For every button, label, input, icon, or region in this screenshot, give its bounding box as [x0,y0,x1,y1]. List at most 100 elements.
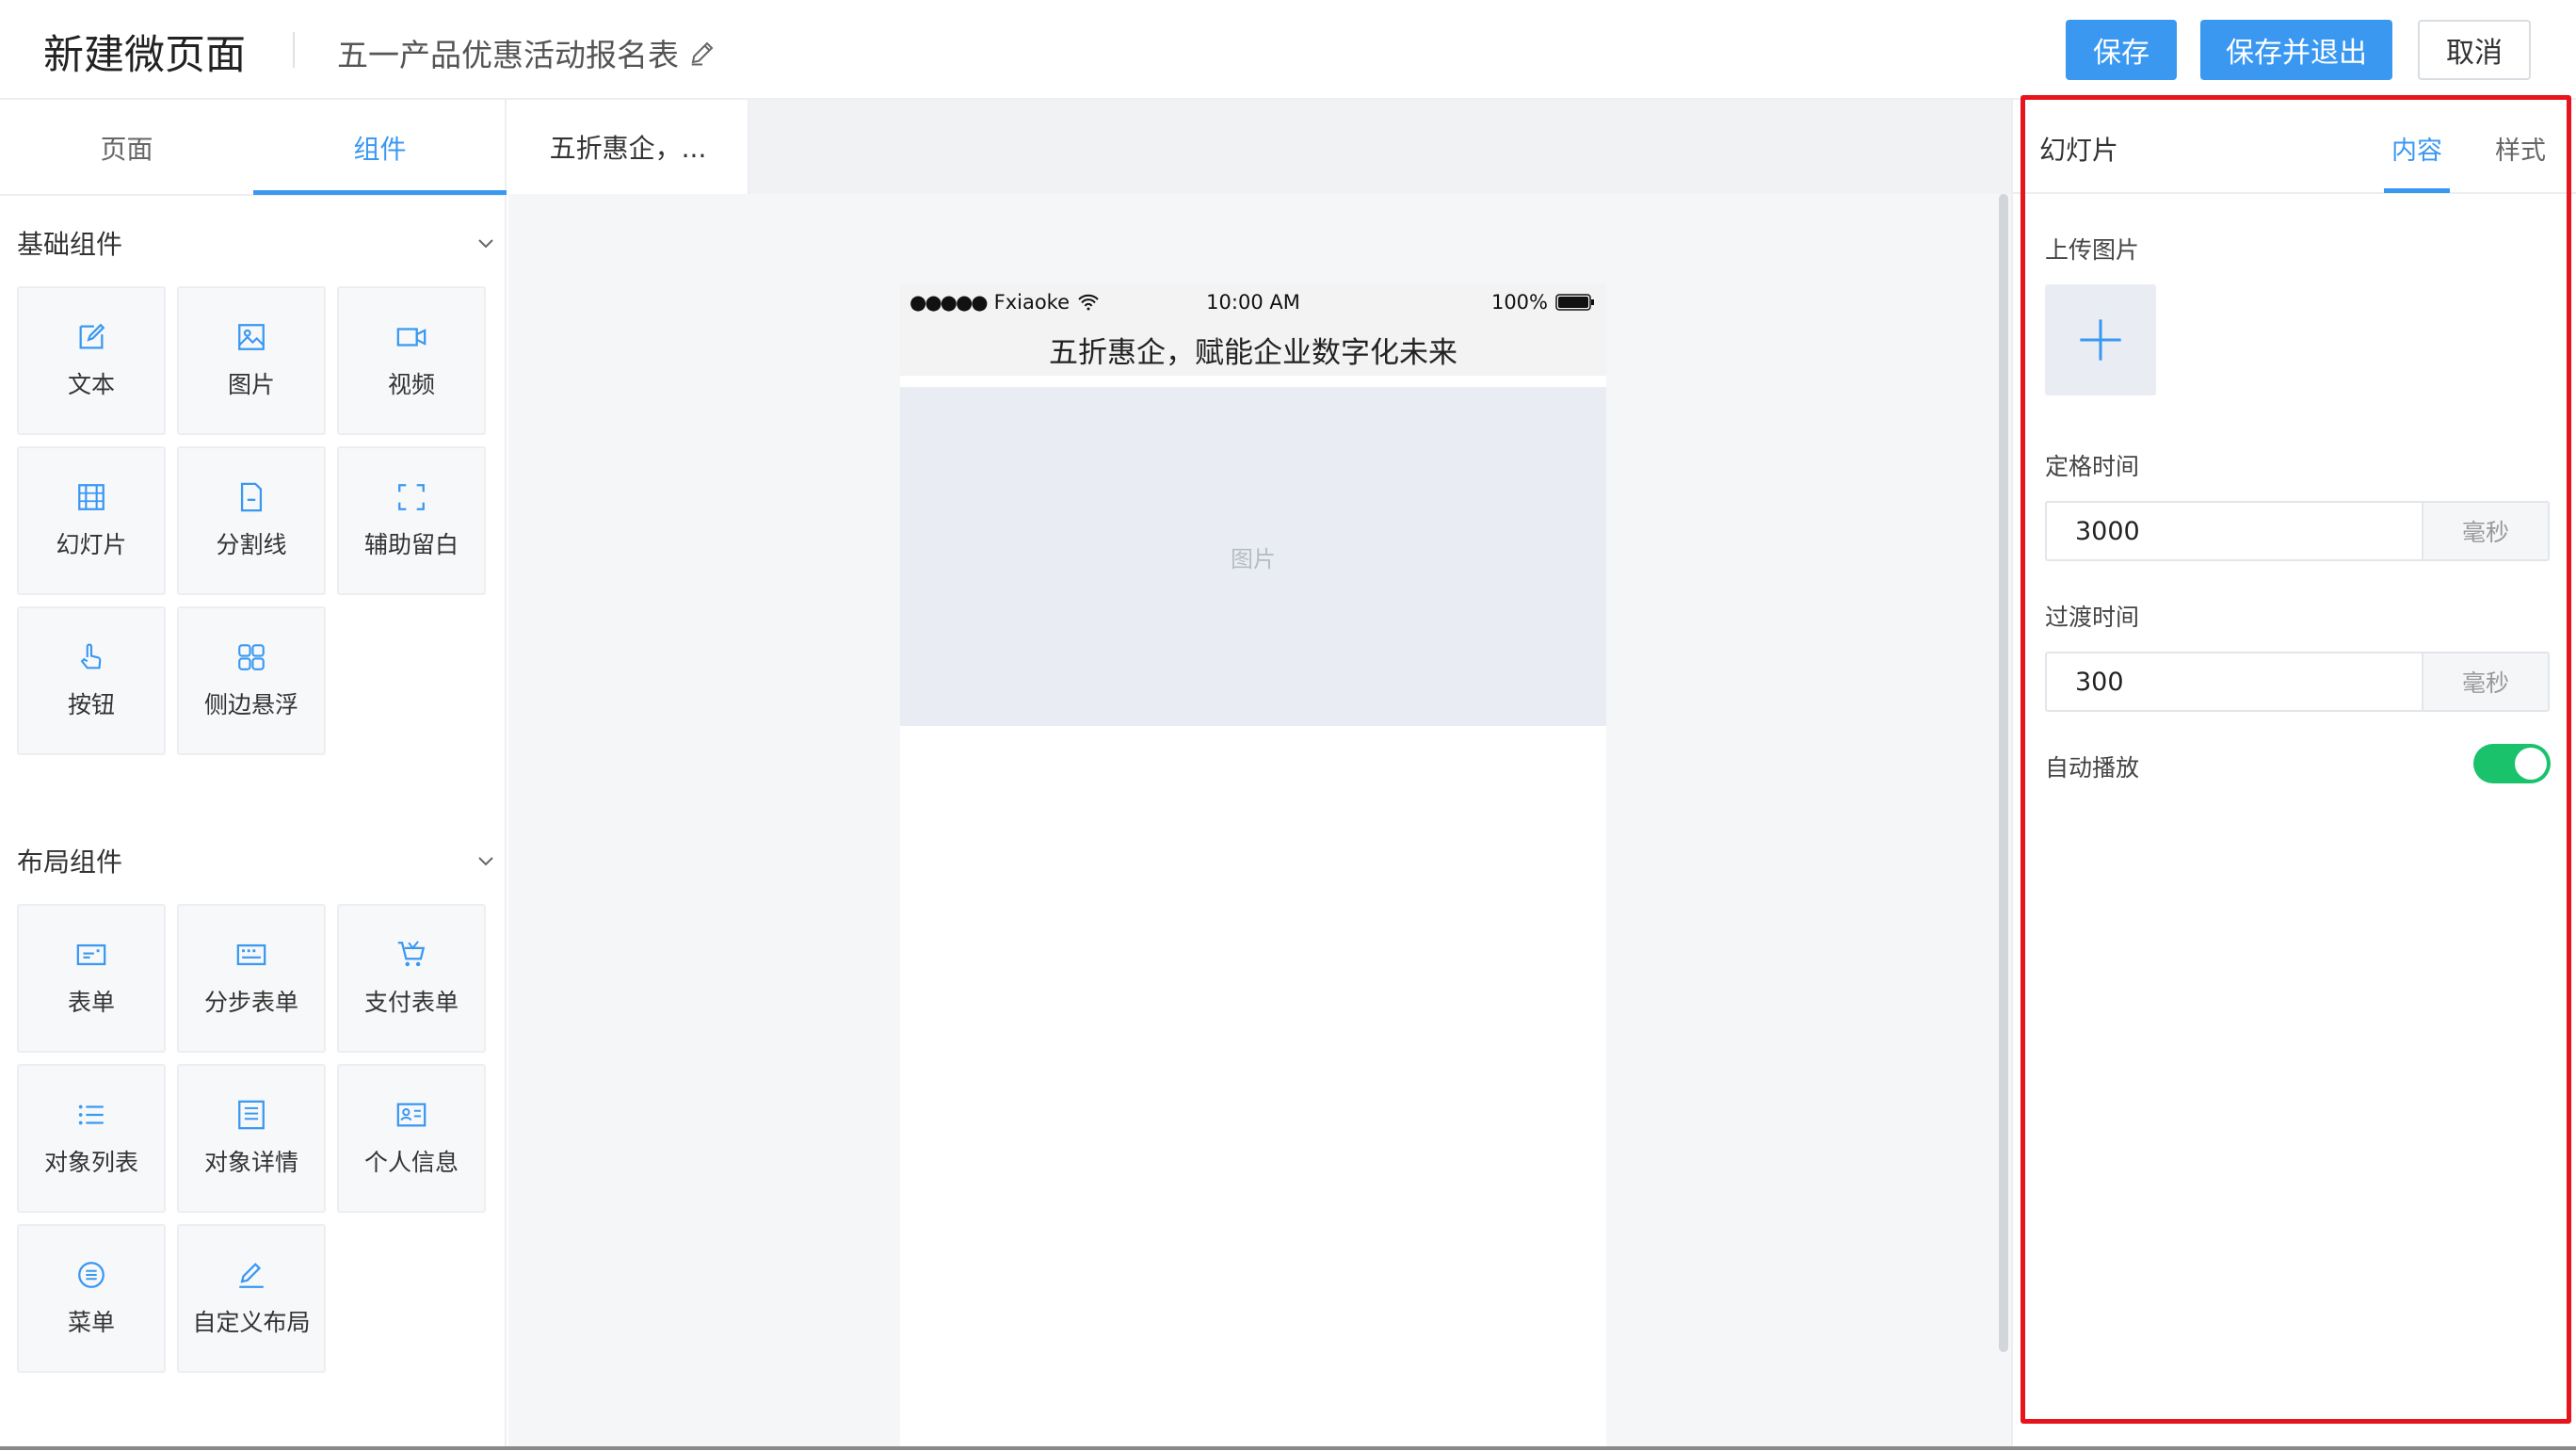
active-tab-indicator [2384,188,2450,193]
component-label: 自定义布局 [192,1309,311,1336]
component-custom-layout[interactable]: 自定义布局 [177,1224,326,1373]
form-name-editor[interactable]: 五一产品优惠活动报名表 [337,30,716,75]
layout-section-title: 布局组件 [17,846,123,878]
basic-section-header[interactable]: 基础组件 [17,224,497,262]
chevron-down-icon[interactable] [475,849,497,872]
transition-time-input[interactable]: 300 毫秒 [2045,652,2550,712]
form-name: 五一产品优惠活动报名表 [337,37,679,73]
save-button[interactable]: 保存 [2066,20,2177,80]
component-video[interactable]: 视频 [337,286,486,435]
basic-components-grid: 文本 图片 视频 幻灯片 分割线 辅助留白 按钮 侧边悬浮 [17,286,486,755]
cancel-button[interactable]: 取消 [2418,20,2531,80]
top-header: 新建微页面 五一产品优惠活动报名表 保存 保存并退出 取消 [0,0,2576,100]
component-label: 对象列表 [43,1149,138,1176]
status-right: 100% [1491,291,1595,314]
tab-content[interactable]: 内容 [2391,130,2442,167]
layout-section-header[interactable]: 布局组件 [17,842,497,879]
save-and-exit-button[interactable]: 保存并退出 [2200,20,2392,80]
tab-components[interactable]: 组件 [253,100,507,196]
video-icon [396,328,427,347]
tap-icon [80,643,102,669]
cart-icon [397,941,426,967]
component-panel: 页面 组件 基础组件 文本 图片 视频 幻灯片 分割线 辅助留白 按钮 侧边悬浮… [0,100,507,1450]
grid-icon [238,644,265,670]
component-text[interactable]: 文本 [17,286,166,435]
component-divider[interactable]: 分割线 [177,446,326,595]
hold-time-value[interactable]: 3000 [2047,503,2422,559]
phone-preview: ●●●●● Fxiaoke 10:00 AM 100% 五折惠企，赋能企业数字化… [900,283,1606,1451]
transition-time-value[interactable]: 300 [2047,653,2422,710]
tab-page[interactable]: 页面 [0,100,253,196]
properties-header: 幻灯片 内容 样式 [2013,100,2576,194]
component-object-detail[interactable]: 对象详情 [177,1064,326,1213]
component-label: 文本 [67,371,115,398]
autoplay-toggle[interactable] [2473,744,2551,783]
phone-page-title: 五折惠企，赋能企业数字化未来 [900,323,1606,376]
hold-time-label: 定格时间 [2045,453,2140,480]
autoplay-label: 自动播放 [2045,754,2140,782]
edit-icon [79,323,105,349]
component-label: 分割线 [216,531,287,558]
detail-icon [238,1100,265,1130]
component-label: 分步表单 [203,989,298,1016]
preview-canvas: 五折惠企，... ●●●●● Fxiaoke 10:00 AM 100% 五折惠… [508,100,2011,1451]
page-tab-bar [749,100,2011,194]
component-label: 幻灯片 [56,531,127,558]
step-form-icon [236,943,266,966]
component-whitespace[interactable]: 辅助留白 [337,446,486,595]
component-label: 侧边悬浮 [203,691,298,718]
component-label: 按钮 [67,691,115,718]
pencil-icon[interactable] [688,39,716,67]
hold-time-input[interactable]: 3000 毫秒 [2045,501,2550,561]
component-form[interactable]: 表单 [17,904,166,1053]
basic-section-title: 基础组件 [17,229,123,260]
component-slideshow[interactable]: 幻灯片 [17,446,166,595]
header-divider [293,32,295,68]
component-label: 支付表单 [363,989,459,1016]
bottom-border [0,1446,2576,1450]
id-card-icon [396,1103,427,1127]
hold-time-unit: 毫秒 [2422,503,2548,559]
component-label: 辅助留白 [363,531,459,558]
component-label: 个人信息 [363,1149,459,1176]
properties-title: 幻灯片 [2039,135,2119,166]
layout-components-grid: 表单 分步表单 支付表单 对象列表 对象详情 个人信息 菜单 自定义布局 [17,904,486,1373]
image-icon [238,324,265,350]
menu-icon [78,1262,105,1288]
battery-icon [1555,294,1594,311]
component-personal-info[interactable]: 个人信息 [337,1064,486,1213]
component-menu[interactable]: 菜单 [17,1224,166,1373]
component-label: 表单 [67,989,115,1016]
component-label: 对象详情 [203,1149,298,1176]
upload-label: 上传图片 [2045,236,2140,264]
component-label: 图片 [227,371,275,398]
list-icon [78,1104,104,1125]
properties-panel: 幻灯片 内容 样式 上传图片 定格时间 3000 毫秒 过渡时间 300 毫秒 … [2011,100,2576,1450]
component-label: 视频 [387,371,435,398]
toggle-knob [2515,748,2547,780]
page-title: 新建微页面 [43,32,246,79]
component-pay-form[interactable]: 支付表单 [337,904,486,1053]
component-image[interactable]: 图片 [177,286,326,435]
component-label: 菜单 [67,1309,115,1336]
component-side-float[interactable]: 侧边悬浮 [177,606,326,755]
left-tabs: 页面 组件 [0,100,507,196]
phone-status-bar: ●●●●● Fxiaoke 10:00 AM 100% [900,283,1606,323]
component-object-list[interactable]: 对象列表 [17,1064,166,1213]
transition-time-unit: 毫秒 [2422,653,2548,710]
tab-style[interactable]: 样式 [2495,130,2546,167]
status-battery-text: 100% [1490,291,1548,314]
pen-icon [239,1263,264,1288]
transition-time-label: 过渡时间 [2045,604,2140,631]
chevron-down-icon[interactable] [475,232,497,254]
canvas-scrollbar[interactable] [1999,194,2008,1352]
page-tab[interactable]: 五折惠企，... [508,100,749,194]
upload-image-button[interactable] [2045,284,2156,395]
active-tab-indicator [253,190,507,195]
component-step-form[interactable]: 分步表单 [177,904,326,1053]
slideshow-placeholder[interactable]: 图片 [900,387,1606,726]
slideshow-icon [78,484,105,510]
plus-icon [2080,319,2121,361]
form-icon [76,943,106,966]
component-button[interactable]: 按钮 [17,606,166,755]
